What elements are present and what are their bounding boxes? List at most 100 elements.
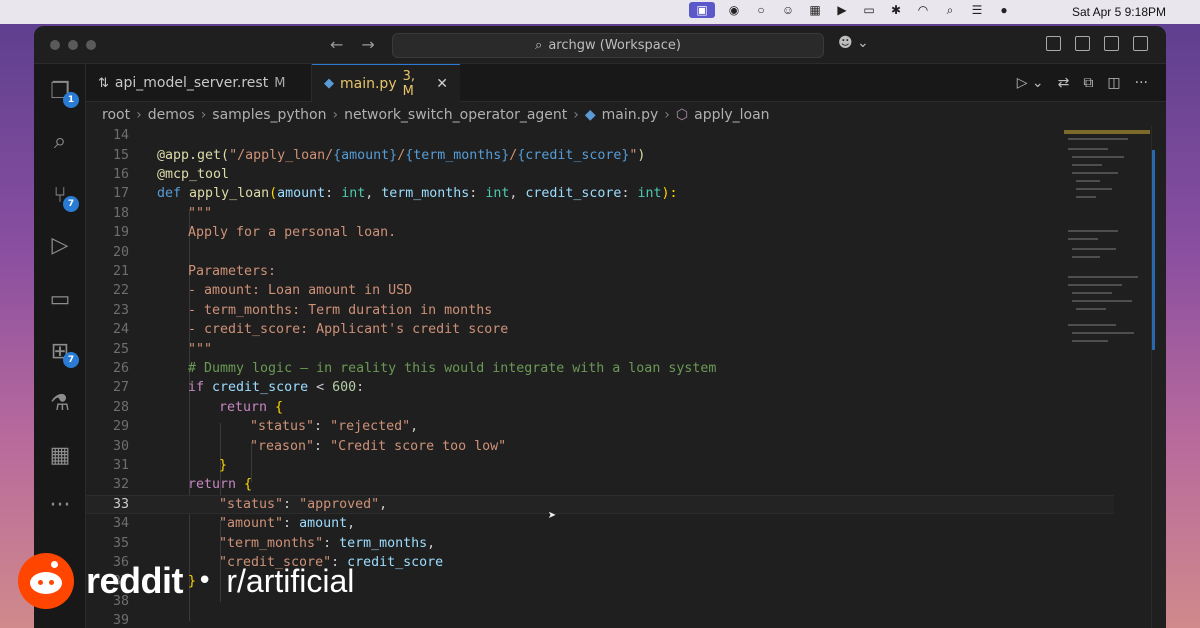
zoom-icon[interactable]: ◉ — [726, 2, 742, 18]
menu-bar: ▣ ◉ ○ ☺ ▦ ▶ ▭ ✱ ◠ ⌕ ☰ ● Sat Apr 5 9:18PM — [0, 0, 1200, 24]
reddit-watermark: reddit • r/artificial — [18, 553, 354, 609]
tab-modified-indicator: 3, M — [402, 68, 416, 99]
control-center-icon[interactable]: ☰ — [969, 2, 985, 18]
testing-icon[interactable]: ⚗ — [47, 390, 73, 416]
command-center-label: archgw (Workspace) — [548, 38, 681, 53]
screen-share-icon[interactable]: ▣ — [689, 2, 715, 18]
close-window-button[interactable] — [50, 40, 60, 50]
search-view-icon[interactable]: ⌕ — [47, 128, 73, 154]
menu-bar-clock[interactable]: Sat Apr 5 9:18PM — [1072, 5, 1166, 19]
reddit-wordmark: reddit — [86, 560, 184, 601]
command-center-search[interactable]: ⌕ archgw (Workspace) — [392, 33, 824, 58]
customize-layout-icon[interactable] — [1046, 36, 1061, 51]
code-text: @app.get("/apply_loan/{amount}/{term_mon… — [157, 147, 646, 163]
line-number: 33 — [112, 496, 129, 512]
minimap-line — [1068, 230, 1118, 232]
menu-bar-extras: ▣ ◉ ○ ☺ ▦ ▶ ▭ ✱ ◠ ⌕ ☰ ● — [689, 2, 1012, 18]
play-icon[interactable]: ▶ — [834, 2, 850, 18]
line-number: 27 — [112, 380, 129, 396]
code-text: """ — [188, 341, 213, 357]
people-icon[interactable]: ☺ — [780, 2, 796, 18]
minimap-line — [1076, 188, 1112, 190]
editor-actions: ▷ ⌄ ⇄ ⧉ ◫ ··· — [1017, 75, 1148, 91]
tab-main-py[interactable]: ◆ main.py 3, M ✕ — [312, 64, 460, 102]
breadcrumb: root › demos › samples_python › network_… — [102, 104, 770, 126]
docker-icon[interactable]: ▦ — [47, 442, 73, 468]
function-symbol-icon: ⬡ — [675, 107, 689, 123]
extensions-icon[interactable]: ⊞ 7 — [47, 338, 79, 368]
minimize-window-button[interactable] — [68, 40, 78, 50]
code-line: 26 # Dummy logic — in reality this would… — [86, 359, 1114, 378]
breadcrumb-item[interactable]: samples_python — [212, 107, 326, 123]
layout-controls — [1046, 36, 1148, 51]
minimap[interactable] — [1064, 126, 1150, 356]
close-tab-icon[interactable]: ✕ — [436, 76, 448, 92]
tab-modified-indicator: M — [274, 75, 286, 91]
open-changes-icon[interactable]: ⧉ — [1083, 75, 1093, 91]
code-text: "amount": amount, — [219, 516, 356, 532]
run-file-icon[interactable]: ▷ ⌄ — [1017, 75, 1044, 91]
compare-changes-icon[interactable]: ⇄ — [1058, 75, 1070, 91]
minimap-line — [1072, 156, 1124, 158]
code-comment: # Dummy logic — in reality this would in… — [188, 360, 717, 376]
line-number: 18 — [112, 205, 129, 221]
minimap-line — [1072, 164, 1102, 166]
more-icon[interactable]: ··· — [47, 492, 73, 518]
line-number: 14 — [112, 128, 129, 144]
code-line: 35 "term_months": term_months, — [86, 533, 1114, 552]
code-text: - credit_score: Applicant's credit score — [188, 322, 509, 338]
wifi-icon[interactable]: ◠ — [915, 2, 931, 18]
split-editor-icon[interactable]: ◫ — [1107, 75, 1120, 91]
circle-icon[interactable]: ○ — [753, 2, 769, 18]
battery-icon[interactable]: ▭ — [861, 2, 877, 18]
breadcrumb-item[interactable]: main.py — [602, 107, 659, 123]
code-text: "status": "approved", — [219, 496, 388, 512]
breadcrumb-item[interactable]: network_switch_operator_agent — [344, 107, 567, 123]
line-number: 22 — [112, 283, 129, 299]
minimap-line — [1072, 332, 1134, 334]
bluetooth-icon[interactable]: ✱ — [888, 2, 904, 18]
line-number: 34 — [112, 516, 129, 532]
line-number: 20 — [112, 244, 129, 260]
maximize-window-button[interactable] — [86, 40, 96, 50]
search-icon[interactable]: ⌕ — [942, 2, 958, 18]
tab-label: api_model_server.rest — [114, 75, 269, 91]
code-text: """ — [188, 205, 213, 221]
minimap-line — [1068, 324, 1116, 326]
code-text: @mcp_tool — [157, 166, 230, 182]
more-actions-icon[interactable]: ··· — [1135, 75, 1148, 91]
toggle-panel-icon[interactable] — [1104, 36, 1119, 51]
run-debug-icon[interactable]: ▷ — [47, 232, 73, 258]
python-file-icon: ◆ — [324, 76, 334, 91]
line-number: 21 — [112, 263, 129, 279]
breadcrumb-item[interactable]: root — [102, 107, 130, 123]
siri-icon[interactable]: ● — [996, 2, 1012, 18]
breadcrumb-separator-icon: › — [573, 107, 579, 123]
subreddit-name: r/artificial — [226, 562, 355, 599]
toggle-secondary-sidebar-icon[interactable] — [1133, 36, 1148, 51]
breadcrumb-item[interactable]: demos — [148, 107, 195, 123]
window-controls — [50, 40, 96, 50]
breadcrumb-item[interactable]: apply_loan — [694, 107, 769, 123]
line-number: 31 — [112, 457, 129, 473]
explorer-icon[interactable]: ❐ 1 — [47, 78, 79, 108]
source-control-icon[interactable]: ⑂ 7 — [47, 182, 79, 212]
tab-api-model-server[interactable]: ⇅ api_model_server.rest M — [86, 64, 312, 102]
scrollbar-thumb[interactable] — [1152, 150, 1155, 350]
minimap-line — [1072, 300, 1132, 302]
code-text: "term_months": term_months, — [219, 535, 436, 551]
reddit-logo-icon — [18, 553, 74, 609]
line-number: 15 — [112, 147, 129, 163]
code-line: 29 "status": "rejected", — [86, 417, 1114, 436]
forward-arrow-icon[interactable]: → — [361, 35, 374, 54]
toggle-primary-sidebar-icon[interactable] — [1075, 36, 1090, 51]
remote-explorer-icon[interactable]: ▭ — [47, 286, 73, 312]
explorer-badge: 1 — [63, 92, 79, 108]
back-arrow-icon[interactable]: ← — [330, 35, 343, 54]
code-line: 39 — [86, 611, 1114, 628]
copilot-icon[interactable]: ☻ ⌄ — [838, 35, 869, 51]
grid-icon[interactable]: ▦ — [807, 2, 823, 18]
search-icon: ⌕ — [535, 38, 543, 53]
code-text: Parameters: — [188, 263, 277, 279]
minimap-line — [1072, 256, 1100, 258]
